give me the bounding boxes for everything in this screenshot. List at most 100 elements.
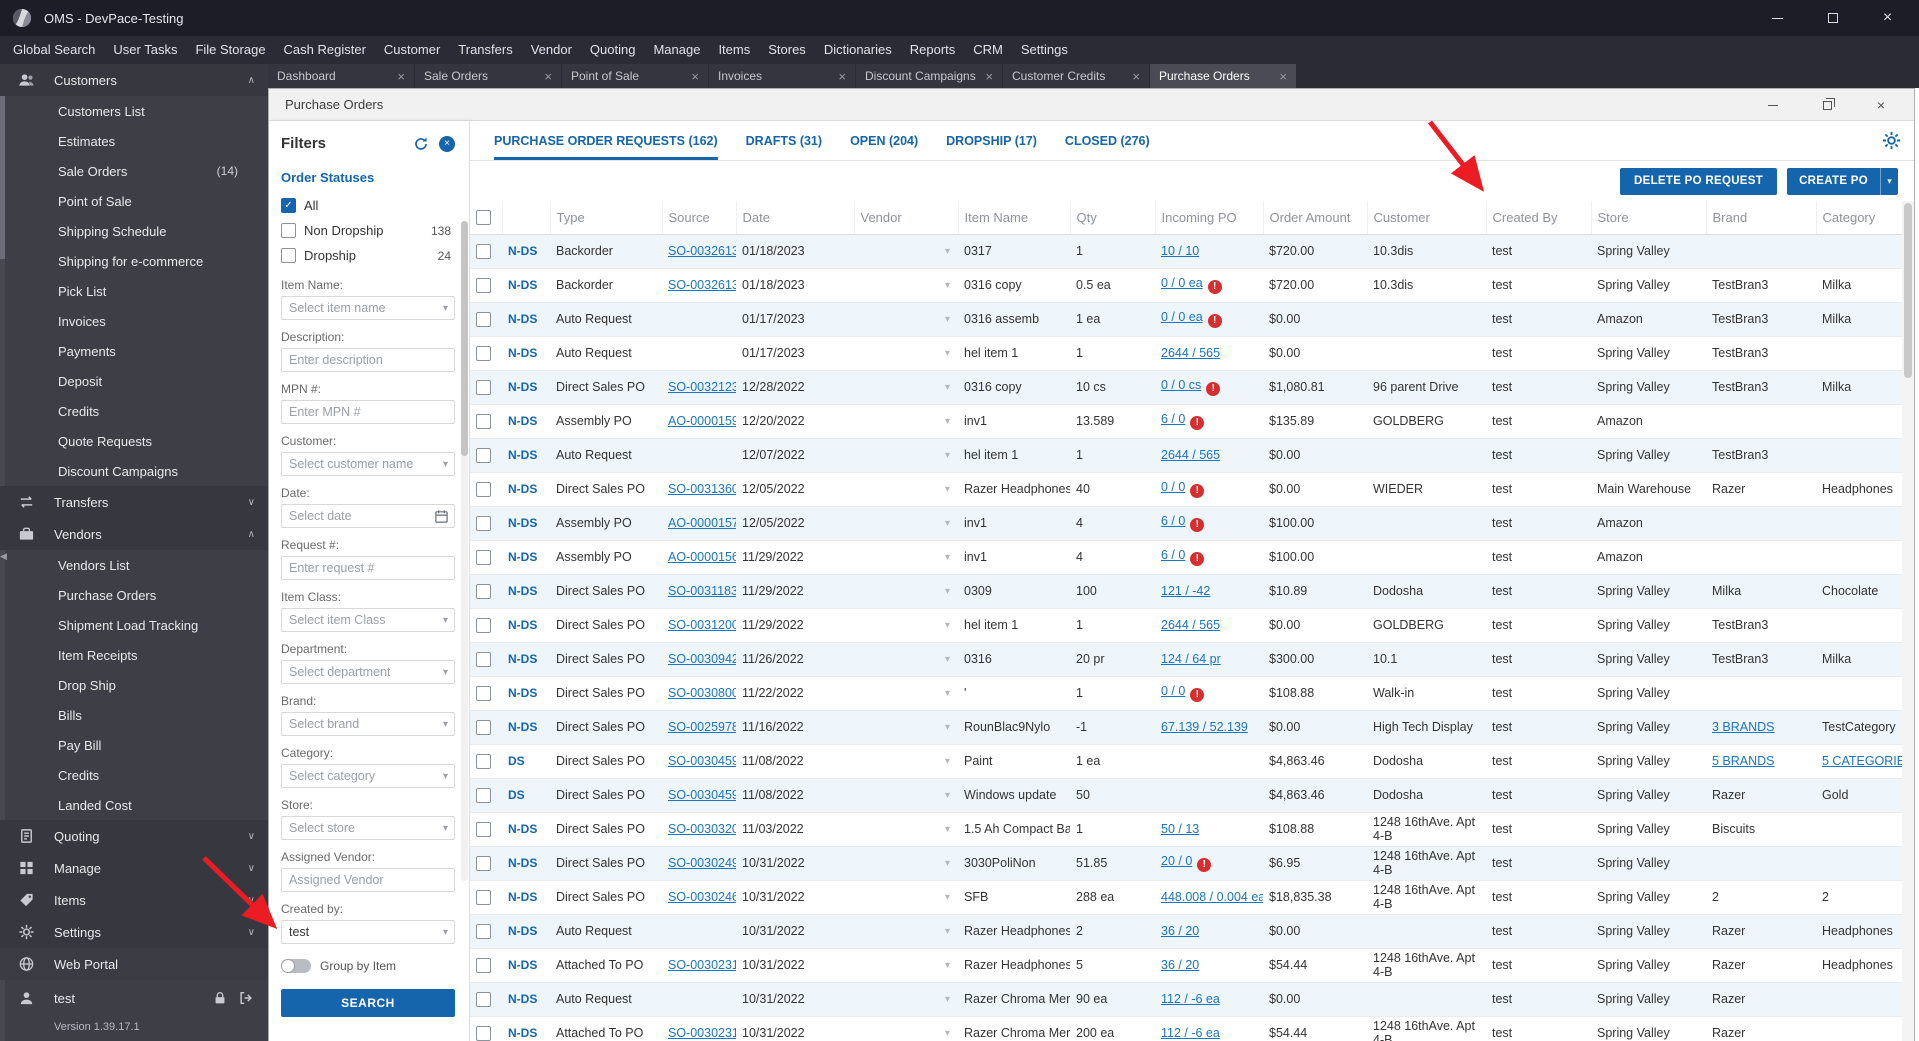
incoming-po-link[interactable]: 112 / -6 ea (1161, 992, 1220, 1006)
column-header-store[interactable]: Store (1591, 201, 1707, 235)
menu-user-tasks[interactable]: User Tasks (104, 36, 186, 64)
vendor-dropdown-icon[interactable]: ▾ (945, 518, 952, 529)
row-checkbox[interactable] (476, 889, 491, 905)
row-checkbox[interactable] (476, 991, 491, 1007)
filter-input-brand[interactable]: Select brand ▾ (281, 712, 455, 736)
sidebar-item-items[interactable]: Items ∨ (0, 884, 268, 916)
source-link[interactable]: SO-0025978 (668, 720, 736, 734)
filter-text-input[interactable] (289, 353, 447, 367)
menu-crm[interactable]: CRM (964, 36, 1012, 64)
vendor-dropdown-icon[interactable]: ▾ (945, 654, 952, 665)
row-checkbox[interactable] (476, 583, 491, 599)
column-header-source[interactable]: Source (662, 201, 737, 235)
create-po-button[interactable]: CREATE PO (1787, 167, 1880, 195)
row-checkbox[interactable] (476, 651, 491, 667)
logout-icon[interactable] (238, 990, 254, 1006)
filter-text-input[interactable] (289, 509, 447, 523)
sidebar-item-payments[interactable]: Payments (0, 336, 268, 366)
source-link[interactable]: SO-0030459 (668, 788, 736, 802)
vendor-dropdown-icon[interactable]: ▾ (945, 348, 952, 359)
sidebar-item-invoices[interactable]: Invoices (0, 306, 268, 336)
po-tab-open-204[interactable]: OPEN (204) (850, 121, 918, 160)
filter-input-item-name[interactable]: Select item name ▾ (281, 296, 455, 320)
incoming-po-link[interactable]: 0 / 0 (1161, 684, 1185, 698)
menu-file-storage[interactable]: File Storage (186, 36, 274, 64)
source-link[interactable]: SO-0030942 (668, 652, 736, 666)
close-button[interactable]: × (1860, 0, 1915, 36)
row-checkbox[interactable] (476, 617, 491, 633)
user-row[interactable]: test (0, 983, 268, 1013)
filter-status-non-dropship[interactable]: Non Dropship 138 (281, 218, 455, 243)
filter-input-assigned-vendor[interactable] (281, 868, 455, 892)
sidebar-item-discount-campaigns[interactable]: Discount Campaigns (0, 456, 268, 486)
tab-invoices[interactable]: Invoices × (709, 64, 855, 88)
vendor-dropdown-icon[interactable]: ▾ (945, 314, 952, 325)
maximize-button[interactable] (1805, 0, 1860, 36)
tab-customer-credits[interactable]: Customer Credits × (1003, 64, 1149, 88)
row-checkbox[interactable] (476, 413, 491, 429)
sidebar-item-manage[interactable]: Manage ∨ (0, 852, 268, 884)
menu-cash-register[interactable]: Cash Register (275, 36, 375, 64)
filter-text-input[interactable] (289, 405, 447, 419)
menu-reports[interactable]: Reports (901, 36, 965, 64)
incoming-po-link[interactable]: 6 / 0 (1161, 514, 1185, 528)
tab-dashboard[interactable]: Dashboard × (268, 64, 414, 88)
vendor-dropdown-icon[interactable]: ▾ (945, 246, 952, 257)
vendor-dropdown-icon[interactable]: ▾ (945, 926, 952, 937)
source-link[interactable]: SO-0030249 (668, 856, 736, 870)
inner-restore-button[interactable] (1800, 89, 1854, 121)
vendor-dropdown-icon[interactable]: ▾ (945, 688, 952, 699)
checkbox-non-dropship[interactable] (281, 223, 296, 238)
search-button[interactable]: SEARCH (281, 989, 455, 1017)
row-checkbox[interactable] (476, 549, 491, 565)
menu-customer[interactable]: Customer (375, 36, 449, 64)
vendor-dropdown-icon[interactable]: ▾ (945, 790, 952, 801)
tab-close-icon[interactable]: × (1132, 69, 1140, 84)
sidebar-item-settings[interactable]: Settings ∨ (0, 916, 268, 948)
menu-stores[interactable]: Stores (759, 36, 815, 64)
source-link[interactable]: SO-0030320 (668, 822, 736, 836)
tab-close-icon[interactable]: × (544, 69, 552, 84)
incoming-po-link[interactable]: 448.008 / 0.004 ea (1161, 890, 1263, 904)
vendor-dropdown-icon[interactable]: ▾ (945, 994, 952, 1005)
minimize-button[interactable] (1750, 0, 1805, 36)
sidebar-item-shipping-for-e-commerce[interactable]: Shipping for e-commerce (0, 246, 268, 276)
po-tab-drafts-31[interactable]: DRAFTS (31) (746, 121, 822, 160)
column-header-qty[interactable]: Qty (1070, 201, 1156, 235)
column-header-item-name[interactable]: Item Name (958, 201, 1071, 235)
column-header-order-amount[interactable]: Order Amount (1263, 201, 1368, 235)
vendor-dropdown-icon[interactable]: ▾ (945, 722, 952, 733)
menu-global-search[interactable]: Global Search (4, 36, 104, 64)
table-scrollbar-thumb[interactable] (1904, 203, 1912, 378)
row-checkbox[interactable] (476, 719, 491, 735)
column-header-created-by[interactable]: Created By (1486, 201, 1592, 235)
incoming-po-link[interactable]: 6 / 0 (1161, 548, 1185, 562)
vendor-dropdown-icon[interactable]: ▾ (945, 1028, 952, 1039)
tab-purchase-orders[interactable]: Purchase Orders × (1150, 64, 1296, 88)
incoming-po-link[interactable]: 36 / 20 (1161, 924, 1199, 938)
sidebar-item-transfers[interactable]: Transfers ∨ (0, 486, 268, 518)
column-header-type[interactable]: Type (550, 201, 663, 235)
incoming-po-link[interactable]: 10 / 10 (1161, 244, 1199, 258)
incoming-po-link[interactable]: 0 / 0 ea (1161, 310, 1203, 324)
source-link[interactable]: SO-0031360 (668, 482, 736, 496)
lock-icon[interactable] (212, 990, 228, 1006)
menu-settings[interactable]: Settings (1012, 36, 1077, 64)
category-link[interactable]: 5 CATEGORIES (1822, 754, 1902, 768)
sidebar-item-item-receipts[interactable]: Item Receipts (0, 640, 268, 670)
create-po-dropdown[interactable]: ▾ (1880, 167, 1898, 195)
filter-input-request[interactable] (281, 556, 455, 580)
vendor-dropdown-icon[interactable]: ▾ (945, 756, 952, 767)
source-link[interactable]: AO-0000156 (668, 550, 736, 564)
vendor-dropdown-icon[interactable]: ▾ (945, 892, 952, 903)
clear-filters-icon[interactable]: × (439, 135, 455, 152)
sidebar-item-landed-cost[interactable]: Landed Cost (0, 790, 268, 820)
sidebar-item-pick-list[interactable]: Pick List (0, 276, 268, 306)
row-checkbox[interactable] (476, 345, 491, 361)
filter-input-item-class[interactable]: Select item Class ▾ (281, 608, 455, 632)
tab-close-icon[interactable]: × (985, 69, 993, 84)
incoming-po-link[interactable]: 36 / 20 (1161, 958, 1199, 972)
source-link[interactable]: AO-0000157 (668, 516, 736, 530)
vendor-dropdown-icon[interactable]: ▾ (945, 960, 952, 971)
refresh-icon[interactable] (413, 136, 429, 152)
